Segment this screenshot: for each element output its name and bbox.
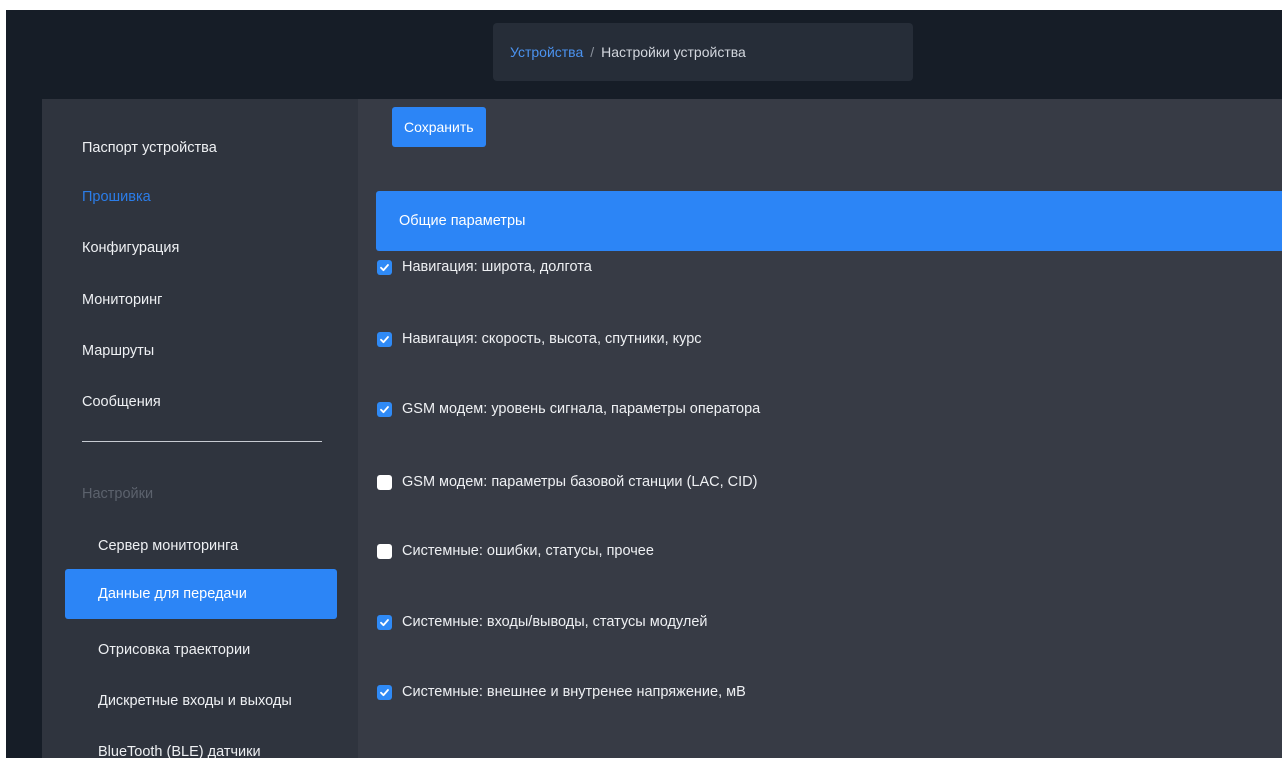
sidebar: Паспорт устройства Прошивка Конфигурация… <box>42 99 358 758</box>
checkbox-unchecked-icon[interactable] <box>377 474 392 490</box>
sidebar-item-ble-sensors[interactable]: BlueTooth (BLE) датчики <box>65 727 337 758</box>
sidebar-item-passport[interactable]: Паспорт устройства <box>82 138 217 158</box>
sidebar-divider <box>82 441 322 442</box>
option-system-voltage[interactable]: Системные: внешнее и внутренее напряжени… <box>377 684 746 700</box>
option-nav-lat-lon[interactable]: Навигация: широта, долгота <box>377 259 592 275</box>
checkbox-unchecked-icon[interactable] <box>377 543 392 559</box>
option-system-io[interactable]: Системные: входы/выводы, статусы модулей <box>377 614 707 630</box>
sidebar-item-configuration[interactable]: Конфигурация <box>82 238 179 258</box>
app-window: Устройства / Настройки устройства Паспор… <box>6 10 1282 758</box>
group-header-general: Общие параметры <box>376 191 1282 251</box>
option-label: Системные: ошибки, статусы, прочее <box>402 543 654 559</box>
option-label: Системные: входы/выводы, статусы модулей <box>402 614 708 630</box>
checkbox-checked-icon[interactable] <box>377 259 392 275</box>
option-gsm-signal[interactable]: GSM модем: уровень сигнала, параметры оп… <box>377 401 760 417</box>
sidebar-item-routes[interactable]: Маршруты <box>82 341 154 361</box>
option-label: GSM модем: параметры базовой станции (LA… <box>402 474 758 490</box>
sidebar-item-transmit-data[interactable]: Данные для передачи <box>65 569 337 619</box>
sidebar-item-monitoring-server[interactable]: Сервер мониторинга <box>65 521 337 571</box>
sidebar-item-messages[interactable]: Сообщения <box>82 392 161 412</box>
sidebar-item-track-rendering[interactable]: Отрисовка траектории <box>65 625 337 675</box>
page-layout: Паспорт устройства Прошивка Конфигурация… <box>42 99 1282 758</box>
option-label: Системные: внешнее и внутренее напряжени… <box>402 684 746 700</box>
sidebar-section-settings: Настройки <box>82 486 154 502</box>
breadcrumb: Устройства / Настройки устройства <box>493 23 913 81</box>
breadcrumb-current: Настройки устройства <box>601 44 746 60</box>
option-label: Навигация: скорость, высота, спутники, к… <box>402 331 702 347</box>
checkbox-checked-icon[interactable] <box>377 331 392 347</box>
save-button[interactable]: Сохранить <box>392 107 486 147</box>
breadcrumb-link-devices[interactable]: Устройства <box>510 44 583 60</box>
checkbox-checked-icon[interactable] <box>377 401 392 417</box>
checkbox-checked-icon[interactable] <box>377 684 392 700</box>
breadcrumb-separator: / <box>590 44 595 60</box>
sidebar-item-firmware[interactable]: Прошивка <box>82 187 151 207</box>
option-gsm-base-station[interactable]: GSM модем: параметры базовой станции (LA… <box>377 474 757 490</box>
sidebar-item-monitoring[interactable]: Мониторинг <box>82 290 162 310</box>
option-nav-speed-alt[interactable]: Навигация: скорость, высота, спутники, к… <box>377 331 702 347</box>
sidebar-item-discrete-io[interactable]: Дискретные входы и выходы <box>65 676 337 726</box>
main-content: Сохранить Общие параметры Навигация: шир… <box>358 99 1282 758</box>
option-system-errors[interactable]: Системные: ошибки, статусы, прочее <box>377 543 654 559</box>
option-label: Навигация: широта, долгота <box>402 259 592 275</box>
checkbox-checked-icon[interactable] <box>377 614 392 630</box>
option-label: GSM модем: уровень сигнала, параметры оп… <box>402 401 761 417</box>
